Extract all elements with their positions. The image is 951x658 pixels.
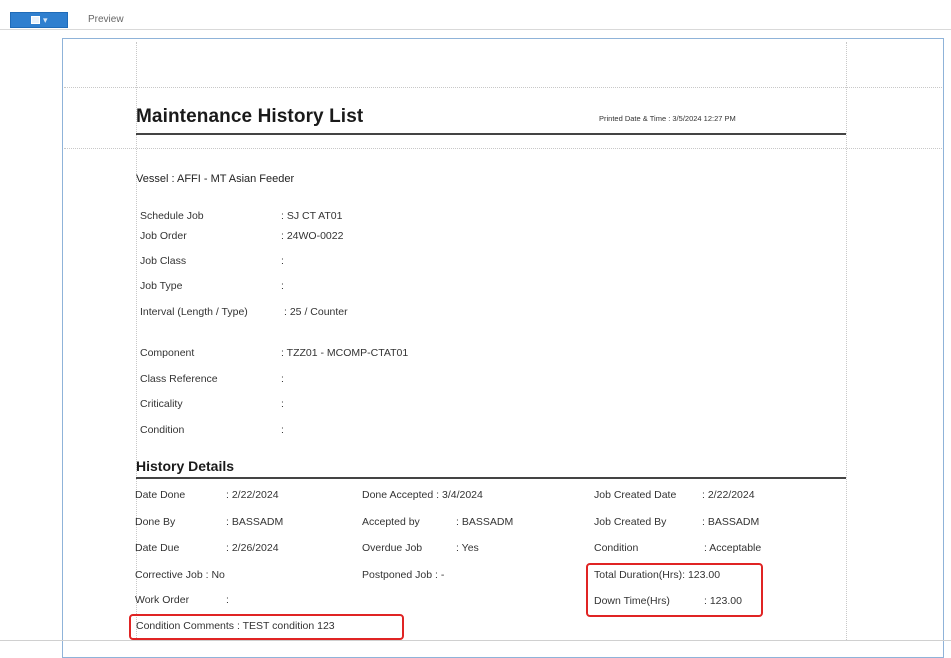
history-value: : BASSADM [226, 516, 284, 528]
guide-line-top [64, 87, 942, 88]
history-value: : 2/22/2024 [226, 489, 279, 501]
history-label: Done By [135, 516, 176, 528]
view-menu-button[interactable]: ▾ [10, 12, 68, 28]
toolbar-divider [0, 29, 951, 30]
history-value: : BASSADM [456, 516, 514, 528]
history-label: Condition [594, 542, 639, 554]
field-value: : [281, 255, 284, 267]
toolbar: ▾ Preview [0, 0, 951, 30]
history-value: : Acceptable [704, 542, 762, 554]
printed-datetime: Printed Date & Time : 3/5/2024 12:27 PM [599, 114, 736, 123]
field-label: Job Class [140, 255, 187, 267]
condition-comments: Condition Comments : TEST condition 123 [136, 620, 335, 632]
field-label: Schedule Job [140, 210, 204, 222]
report-preview-frame [62, 38, 944, 658]
history-label: Corrective Job : No [135, 569, 225, 581]
history-details-heading: History Details [136, 458, 235, 474]
history-label: Done Accepted : 3/4/2024 [362, 489, 483, 501]
field-label: Interval (Length / Type) [140, 306, 248, 318]
chevron-down-icon: ▾ [43, 15, 48, 25]
history-value: : BASSADM [702, 516, 760, 528]
report-title: Maintenance History List [136, 106, 364, 127]
field-value: : TZZ01 - MCOMP-CTAT01 [281, 347, 409, 359]
field-value: : 24WO-0022 [281, 230, 344, 242]
field-label: Job Type [140, 280, 183, 292]
history-label: Overdue Job [362, 542, 423, 554]
history-label: Date Done [135, 489, 186, 501]
field-value: : SJ CT AT01 [281, 210, 343, 222]
tab-preview[interactable]: Preview [88, 14, 124, 25]
history-label: Job Created Date [594, 489, 677, 501]
field-label: Class Reference [140, 373, 218, 385]
status-divider [0, 640, 951, 641]
history-label: Work Order [135, 594, 190, 606]
history-label: Accepted by [362, 516, 420, 528]
history-label: Down Time(Hrs) [594, 595, 670, 607]
history-value: : 123.00 [704, 595, 742, 607]
field-value: : 25 / Counter [284, 306, 348, 318]
printed-label: Printed Date & Time [599, 114, 667, 123]
history-label: Date Due [135, 542, 180, 554]
history-value: : 2/26/2024 [226, 542, 279, 554]
history-value: : [226, 594, 229, 606]
vessel-value: AFFI - MT Asian Feeder [177, 173, 295, 185]
guide-line-header [64, 148, 942, 149]
history-rule [136, 477, 846, 479]
field-label: Job Order [140, 230, 187, 242]
vessel-line: Vessel : AFFI - MT Asian Feeder [136, 173, 295, 185]
vessel-label: Vessel [136, 173, 169, 185]
field-label: Condition [140, 424, 185, 436]
field-value: : [281, 398, 284, 410]
guide-line-right [846, 42, 847, 640]
history-value: : Yes [456, 542, 479, 554]
history-label: Total Duration(Hrs): 123.00 [594, 569, 721, 581]
history-value: : 2/22/2024 [702, 489, 755, 501]
field-value: : [281, 424, 284, 436]
history-label: Job Created By [594, 516, 667, 528]
title-rule [136, 133, 846, 135]
field-value: : [281, 280, 284, 292]
field-label: Criticality [140, 398, 183, 410]
page-icon [31, 16, 40, 24]
history-label: Postponed Job : - [362, 569, 445, 581]
printed-value: 3/5/2024 12:27 PM [672, 114, 736, 123]
field-value: : [281, 373, 284, 385]
field-label: Component [140, 347, 195, 359]
